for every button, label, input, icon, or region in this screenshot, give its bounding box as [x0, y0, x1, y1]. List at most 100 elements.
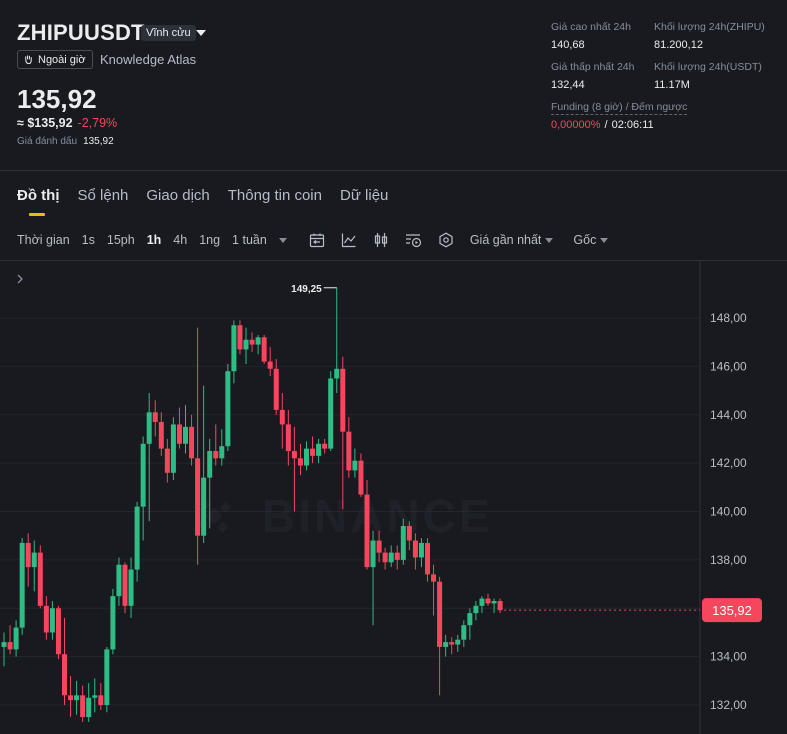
- stat-high-value: 140,68: [551, 39, 585, 51]
- interval-15m[interactable]: 15ph: [107, 233, 135, 247]
- high-annotation: 149,25: [291, 284, 322, 295]
- chevron-right-icon[interactable]: [14, 272, 26, 286]
- tab-trades[interactable]: Giao dịch: [146, 187, 209, 204]
- candle-body: [485, 598, 491, 604]
- candle-body: [431, 574, 437, 582]
- candle-body: [207, 451, 213, 478]
- funding-label[interactable]: Funding (8 giờ) / Đếm ngược: [551, 101, 688, 115]
- header-divider: [0, 170, 787, 171]
- candle-body: [310, 448, 316, 456]
- candle-body: [412, 540, 418, 558]
- candle-body: [116, 564, 122, 597]
- stat-high-label: Giá cao nhất 24h: [551, 21, 631, 33]
- line-chart-icon[interactable]: [341, 232, 357, 248]
- candle-body: [152, 412, 158, 423]
- candle-body: [279, 409, 285, 425]
- candle-body: [68, 695, 74, 701]
- interval-1w[interactable]: 1 tuần: [232, 233, 267, 247]
- symbol-title[interactable]: ZHIPUUSDT: [17, 20, 145, 46]
- candle-body: [316, 443, 322, 456]
- mark-price-label: Giá đánh dấu: [17, 136, 78, 147]
- candle-body: [291, 451, 297, 459]
- tab-chart[interactable]: Đồ thị: [17, 187, 60, 204]
- interval-1d[interactable]: 1ng: [199, 233, 220, 247]
- mark-price-value: 135,92: [83, 136, 114, 147]
- candle-body: [364, 494, 370, 568]
- interval-4h[interactable]: 4h: [173, 233, 187, 247]
- candle-body: [267, 361, 273, 369]
- candle-body: [122, 564, 128, 606]
- price-sub-row: ≈ $135,92 -2,79%: [17, 116, 117, 130]
- candle-body: [7, 642, 13, 650]
- candle-body: [25, 542, 31, 568]
- candle-body: [473, 605, 479, 614]
- funding-countdown: 02:06:11: [611, 119, 654, 131]
- tab-order-book[interactable]: Sổ lệnh: [78, 187, 129, 204]
- candle-body: [74, 695, 80, 701]
- candle-body: [273, 368, 279, 410]
- replay-icon[interactable]: [405, 232, 422, 248]
- y-tick-label: 132,00: [710, 698, 747, 712]
- after-hours-label: Ngoài giờ: [38, 53, 86, 66]
- chevron-down-icon[interactable]: [196, 30, 206, 36]
- candlestick-chart[interactable]: BINANCE 148,00 146,00 144,00 142,00 140,00 13…: [0, 261, 787, 734]
- y-tick-label: 146,00: [710, 359, 747, 373]
- indicator-icon[interactable]: [438, 232, 454, 248]
- tab-data[interactable]: Dữ liệu: [340, 187, 388, 204]
- candle-body: [328, 378, 334, 449]
- candle-body: [1, 642, 7, 647]
- candle-body: [255, 337, 261, 345]
- scale-dropdown[interactable]: Gốc: [573, 233, 609, 247]
- candle-body: [31, 552, 37, 568]
- candle-body: [455, 639, 461, 645]
- main-tabs: Đồ thị Sổ lệnh Giao dịch Thông tin coin …: [17, 187, 388, 204]
- candle-body: [104, 649, 110, 705]
- candle-body: [479, 598, 485, 606]
- change-percent: -2,79%: [77, 116, 118, 130]
- interval-dropdown[interactable]: [278, 237, 287, 243]
- company-name: Knowledge Atlas: [100, 52, 197, 67]
- candle-body: [443, 642, 449, 647]
- candle-body: [406, 526, 412, 541]
- chart-annotations: 149,25 135,92: [291, 284, 762, 623]
- candlestick-icon[interactable]: [373, 232, 389, 248]
- candle-body: [219, 446, 225, 459]
- candle-body: [55, 608, 61, 655]
- candle-body: [467, 613, 473, 626]
- price-type-label: Giá gần nhất: [469, 233, 542, 247]
- price-axis: 148,00146,00144,00142,00140,00138,00136,…: [699, 261, 747, 734]
- candle-body: [425, 542, 430, 575]
- y-tick-label: 144,00: [710, 408, 747, 422]
- chart-toolbar: Thời gian 1s 15ph 1h 4h 1ng 1 tuần Giá g…: [17, 231, 628, 249]
- funding-row: 0,00000% / 02:06:11: [551, 119, 654, 131]
- price-type-dropdown[interactable]: Giá gần nhất: [470, 233, 554, 247]
- candle-body: [388, 552, 394, 563]
- stat-volume-base: Khối lượng 24h(ZHIPU) 81.200,12: [654, 21, 765, 51]
- interval-1s[interactable]: 1s: [82, 233, 95, 247]
- candle-body: [146, 412, 152, 444]
- chevron-down-icon: [600, 237, 609, 243]
- calendar-icon[interactable]: [309, 232, 325, 248]
- candle-body: [140, 443, 146, 507]
- interval-1h[interactable]: 1h: [147, 233, 162, 247]
- candle-body: [249, 339, 255, 345]
- candle-body: [285, 424, 291, 452]
- candle-body: [400, 526, 406, 560]
- stat-volume-quote-label: Khối lượng 24h(USDT): [654, 61, 762, 73]
- hand-icon: [25, 55, 32, 65]
- candle-body: [176, 424, 182, 444]
- after-hours-badge: Ngoài giờ: [17, 50, 93, 69]
- candle-body: [491, 600, 497, 604]
- candle-body: [62, 654, 67, 696]
- candle-body: [237, 325, 243, 350]
- time-label: Thời gian: [17, 233, 70, 247]
- binance-watermark: BINANCE: [197, 490, 490, 542]
- chevron-down-icon: [278, 237, 287, 243]
- candle-body: [352, 460, 358, 471]
- candle-body: [261, 337, 267, 362]
- candle-body: [110, 596, 116, 650]
- stat-volume-base-value: 81.200,12: [654, 39, 703, 51]
- tab-coin-info[interactable]: Thông tin coin: [228, 187, 322, 204]
- market-header: ZHIPUUSDT Vĩnh cửu Ngoài giờ Knowledge A…: [0, 0, 787, 170]
- chevron-down-icon: [545, 237, 554, 243]
